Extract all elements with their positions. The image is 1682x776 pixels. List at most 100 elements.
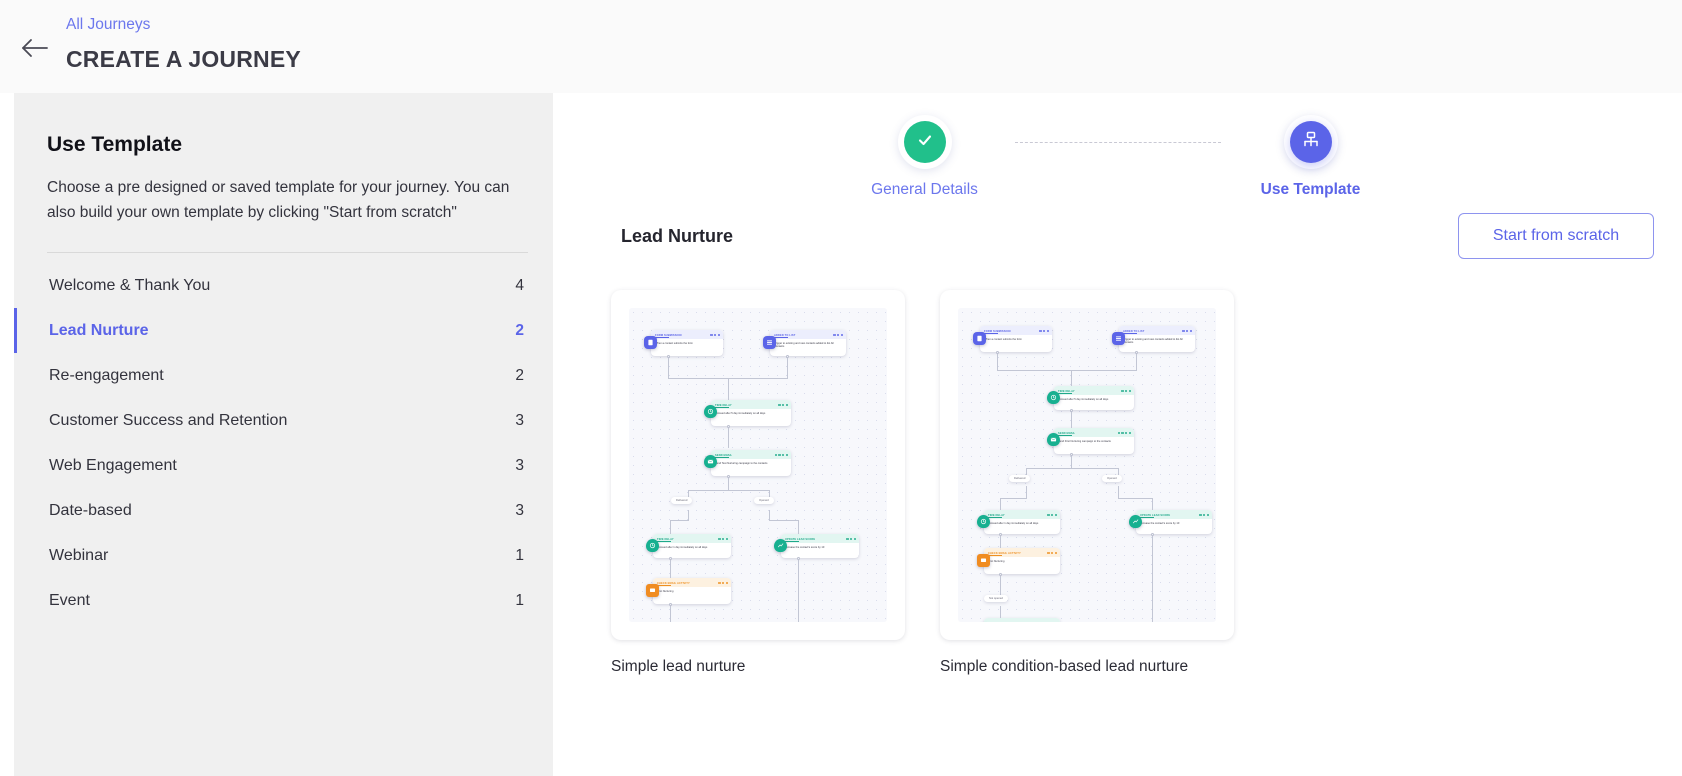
copy-icon [1055, 552, 1057, 554]
flow-edge [1000, 498, 1001, 510]
category-count: 3 [515, 457, 524, 475]
node-port [669, 557, 672, 560]
flow-node-added-to-list[interactable]: ADDED TO LIST Trigger to existing and ne… [770, 330, 846, 356]
copy-icon [726, 538, 728, 540]
sidebar-item-event[interactable]: Event 1 [47, 578, 528, 623]
page-body: Use Template Choose a pre designed or sa… [0, 93, 1682, 776]
step-use-template[interactable]: Use Template [1221, 115, 1401, 199]
node-action-icons [1121, 390, 1131, 392]
sidebar-item-web-engagement[interactable]: Web Engagement 3 [47, 443, 528, 488]
delete-icon [1203, 514, 1205, 516]
flow-edge [769, 510, 770, 520]
node-header: FORM SUBMISSION [651, 330, 723, 339]
node-action-icons [1039, 330, 1049, 332]
edit-icon [1047, 552, 1049, 554]
flow-node-time-delay-2[interactable]: TIME DELAY Proceed after 1 day immediate… [984, 510, 1060, 534]
branch-label-opened: Opened [754, 497, 774, 504]
node-body: Send First Nurturing campaign to the con… [1054, 437, 1134, 445]
category-label: Webinar [49, 533, 108, 578]
node-action-icons [1182, 330, 1192, 332]
page-title: CREATE A JOURNEY [66, 44, 301, 74]
start-from-scratch-button[interactable]: Start from scratch [1458, 213, 1654, 259]
dotted-line [1015, 142, 1221, 143]
score-icon [774, 539, 787, 552]
sidebar-item-lead-nurture[interactable]: Lead Nurture 2 [47, 308, 528, 353]
template-item-simple-lead-nurture: FORM SUBMISSION When a contact submits t… [611, 290, 905, 676]
copy-icon [786, 454, 788, 456]
node-action-icons [718, 538, 728, 540]
branch-label-delivered: Delivered [671, 497, 692, 504]
node-action-icons [1199, 514, 1209, 516]
flow-node-update-lead-score[interactable]: UPDATE LEAD SCORE Increase the contact's… [1136, 510, 1212, 534]
step-general-details[interactable]: General Details [835, 115, 1015, 199]
flow-node-time-delay-1[interactable]: TIME DELAY Proceed after 5 day immediate… [1054, 386, 1134, 410]
flow-edge [1152, 534, 1153, 622]
sidebar-item-re-engagement[interactable]: Re-engagement 2 [47, 353, 528, 398]
node-body: When a contact submits the form [980, 335, 1052, 343]
node-accent-bar [655, 337, 669, 338]
flow-node-form-submission[interactable]: FORM SUBMISSION When a contact submits t… [651, 330, 723, 356]
sidebar-item-date-based[interactable]: Date-based 3 [47, 488, 528, 533]
node-port [996, 351, 999, 354]
node-accent-bar [984, 333, 998, 334]
node-body: Send Test Nurturing campaign to the cont… [711, 459, 791, 467]
node-accent-bar [785, 541, 799, 542]
node-header: TIME DELAY [653, 534, 731, 543]
flow-node-time-delay-1[interactable]: TIME DELAY Proceed after 5 day immediate… [711, 400, 791, 426]
mail-icon [1047, 433, 1060, 446]
flow-edge [670, 520, 689, 521]
node-body: Proceed after 5 day immediately on all d… [711, 409, 791, 417]
flow-node-send-email[interactable]: SEND EMAIL Send Test Nurturing campaign … [711, 450, 791, 476]
flow-node-add-a-tag[interactable]: ADD A TAG Assign tag Unresponsive to the… [984, 618, 1060, 622]
delete-icon [782, 404, 784, 406]
category-label: Lead Nurture [49, 308, 149, 353]
flow-node-update-lead-score[interactable]: UPDATE LEAD SCORE Increase the contact's… [781, 534, 859, 558]
node-action-icons [710, 334, 720, 336]
flow-node-check-email-activity[interactable]: CHECK EMAIL ACTIVITY First Nurturing [984, 548, 1060, 574]
category-label: Event [49, 578, 90, 623]
category-label: Welcome & Thank You [49, 263, 210, 308]
flow-node-send-email[interactable]: SEND EMAIL Send First Nurturing campaign… [1054, 428, 1134, 454]
copy-icon [718, 334, 720, 336]
sidebar-item-customer-success-and-retention[interactable]: Customer Success and Retention 3 [47, 398, 528, 443]
breadcrumb-all-journeys[interactable]: All Journeys [66, 15, 150, 35]
list-icon [763, 336, 776, 349]
copy-icon [1207, 514, 1209, 516]
link-icon [775, 454, 777, 456]
flow-edge [668, 356, 669, 378]
node-accent-bar [988, 517, 1002, 518]
sidebar-item-webinar[interactable]: Webinar 1 [47, 533, 528, 578]
flow-node-form-submission[interactable]: FORM SUBMISSION When a contact submits t… [980, 326, 1052, 352]
node-body: First Nurturing [984, 557, 1060, 565]
flow-node-check-email-activity[interactable]: CHECK EMAIL ACTIVITY First Nurturing [653, 578, 731, 604]
back-button[interactable] [8, 22, 60, 74]
edit-icon [833, 334, 835, 336]
flow-edge [1071, 454, 1072, 468]
node-body: Increase the contact's score by 10 [781, 543, 859, 551]
node-header: TIME DELAY [984, 510, 1060, 519]
template-card[interactable]: FORM SUBMISSION When a contact submits t… [940, 290, 1234, 640]
node-port [1070, 409, 1073, 412]
template-item-simple-condition-based-lead-nurture: FORM SUBMISSION When a contact submits t… [940, 290, 1234, 676]
edit-icon [718, 538, 720, 540]
node-header: ADDED TO LIST [770, 330, 846, 339]
edit-icon [778, 404, 780, 406]
flow-node-added-to-list[interactable]: ADDED TO LIST Trigger to existing and ne… [1119, 326, 1195, 352]
node-port [1151, 533, 1154, 536]
clock-icon [1047, 391, 1060, 404]
template-card[interactable]: FORM SUBMISSION When a contact submits t… [611, 290, 905, 640]
flow-edge [1118, 498, 1152, 499]
node-accent-bar [1123, 333, 1137, 334]
step-label: General Details [871, 181, 978, 199]
node-body: Trigger to existing and new contacts add… [1119, 335, 1195, 347]
sidebar-item-welcome-thank-you[interactable]: Welcome & Thank You 4 [47, 263, 528, 308]
flow-node-time-delay-2[interactable]: TIME DELAY Proceed after 1 day immediate… [653, 534, 731, 558]
flow-edge [728, 378, 729, 400]
copy-icon [726, 582, 728, 584]
node-action-icons [1118, 432, 1131, 434]
node-header: SEND EMAIL [1054, 428, 1134, 437]
flow-edge [688, 510, 689, 520]
copy-icon [1129, 432, 1131, 434]
node-accent-bar [1058, 435, 1072, 436]
node-accent-bar [715, 407, 729, 408]
